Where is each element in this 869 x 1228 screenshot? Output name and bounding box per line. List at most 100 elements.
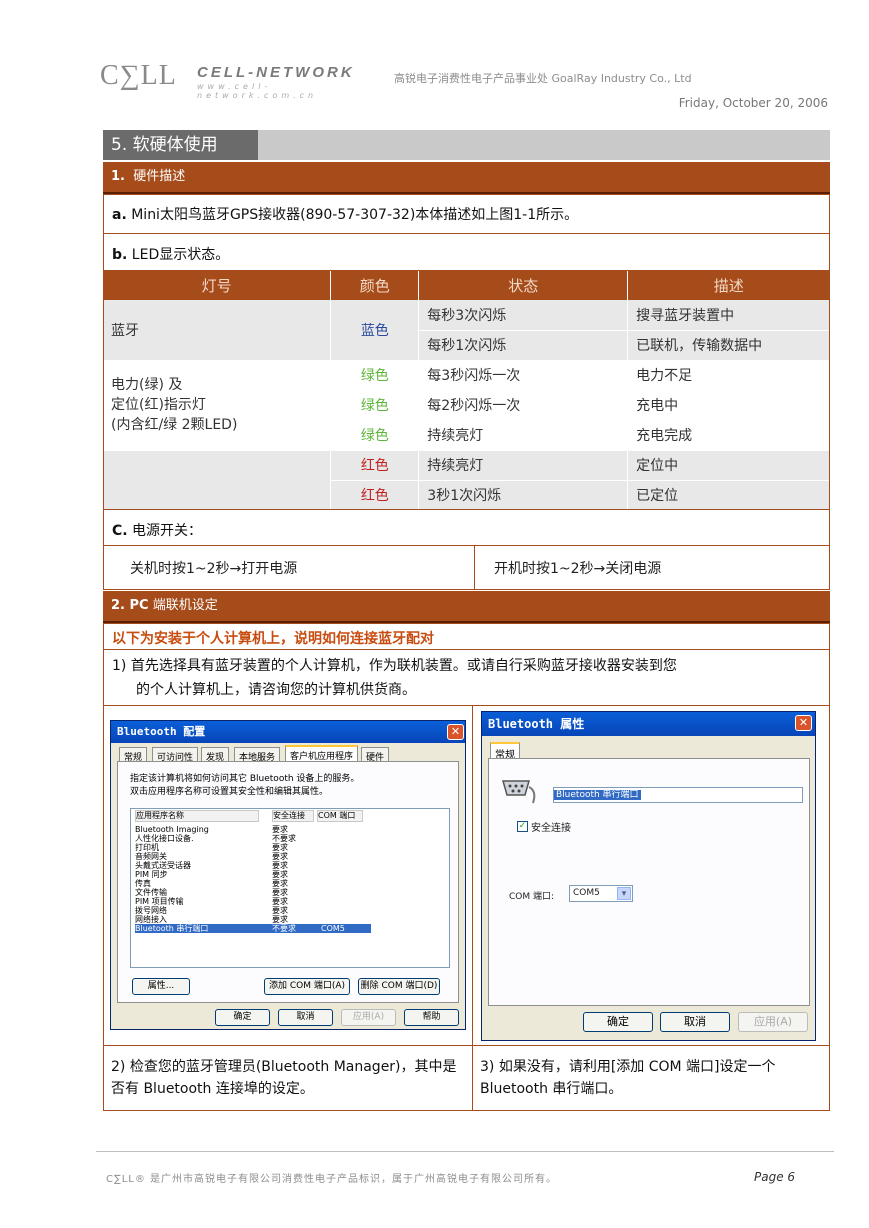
col-header-app-name[interactable]: 应用程序名称 bbox=[135, 810, 259, 822]
list-item[interactable]: 音频网关 要求 bbox=[135, 852, 371, 861]
table-header-row: 灯号 颜色 状态 描述 bbox=[103, 271, 830, 300]
col-header-light: 灯号 bbox=[103, 271, 332, 300]
list-item[interactable]: Bluetooth Imaging 要求 bbox=[135, 825, 371, 834]
app-name: 打印机 bbox=[135, 843, 159, 852]
power-on-instruction: 关机时按1~2秒→打开电源 bbox=[130, 561, 298, 577]
bluetooth-properties-window: Bluetooth 属性 ✕ 常规 Bluetooth 串行端口 ✓ 安全连接 … bbox=[481, 711, 816, 1041]
pc-intro-row: 以下为安装于个人计算机上，说明如何连接蓝牙配对 bbox=[103, 623, 830, 650]
list-item[interactable]: 网络接入 要求 bbox=[135, 915, 371, 924]
app-security: 不要求 bbox=[272, 834, 296, 843]
app-security: 要求 bbox=[272, 825, 288, 834]
app-security: 要求 bbox=[272, 852, 288, 861]
desc-cell: 充电中 bbox=[627, 390, 830, 421]
state-cell: 每3秒闪烁一次 bbox=[418, 360, 629, 391]
desc-cell: 充电完成 bbox=[627, 420, 830, 451]
desc-cell: 搜寻蓝牙装置中 bbox=[627, 300, 830, 331]
table-row: 蓝牙 蓝色 每秒3次闪烁 搜寻蓝牙装置中 bbox=[103, 300, 830, 361]
app-security: 要求 bbox=[272, 843, 288, 852]
empty-cell bbox=[103, 450, 332, 511]
cancel-button[interactable]: 取消 bbox=[278, 1009, 333, 1026]
logo-name: CELL-NETWORK bbox=[197, 64, 355, 81]
add-com-port-button[interactable]: 添加 COM 端口(A) bbox=[264, 978, 350, 995]
pc-heading-text: 端联机设定 bbox=[152, 598, 218, 613]
serial-port-icon bbox=[499, 775, 539, 805]
app-name: 头戴式送受话器 bbox=[135, 861, 191, 870]
com-port-select[interactable]: COM5 ▾ bbox=[569, 885, 633, 902]
app-name: Bluetooth 串行端口 bbox=[135, 924, 209, 933]
panel-description-1: 指定该计算机将如何访问其它 Bluetooth 设备上的服务。 bbox=[130, 774, 360, 784]
chevron-down-icon[interactable]: ▾ bbox=[617, 887, 631, 900]
row-b-text: LED显示状态。 bbox=[131, 247, 230, 263]
ok-button[interactable]: 确定 bbox=[215, 1009, 270, 1026]
state-cell: 3秒1次闪烁 bbox=[418, 480, 629, 511]
divider bbox=[474, 546, 475, 590]
col-header-color: 颜色 bbox=[330, 271, 420, 300]
com-port-value: COM5 bbox=[573, 888, 600, 898]
step1-num: 1) bbox=[112, 658, 127, 674]
row-a: a. Mini太阳鸟蓝牙GPS接收器(890-57-307-32)本体描述如上图… bbox=[103, 194, 830, 234]
apps-list[interactable]: 应用程序名称 安全连接 COM 端口 Bluetooth Imaging 要求 人性… bbox=[130, 808, 450, 968]
pc-heading: 2. PC 端联机设定 bbox=[103, 591, 830, 621]
secure-connection-checkbox[interactable]: ✓ 安全连接 bbox=[517, 819, 571, 834]
row-b: b. LED显示状态。 bbox=[103, 234, 830, 271]
app-security: 要求 bbox=[272, 861, 288, 870]
secure-connection-label: 安全连接 bbox=[531, 823, 571, 834]
power-off-instruction: 开机时按1~2秒→关闭电源 bbox=[494, 561, 662, 577]
row-c: C. 电源开关： bbox=[103, 509, 830, 546]
pc-heading-num: 2. PC bbox=[111, 598, 149, 613]
cancel-button[interactable]: 取消 bbox=[660, 1012, 730, 1032]
window-title: Bluetooth 属性 bbox=[482, 712, 815, 736]
step1-row: 1) 首先选择具有蓝牙装置的个人计算机，作为联机装置。或请自行采购蓝牙接收器安装… bbox=[103, 650, 830, 706]
state-cell: 每秒3次闪烁 bbox=[418, 300, 629, 331]
power-switch-row: 关机时按1~2秒→打开电源 开机时按1~2秒→关闭电源 bbox=[103, 546, 830, 590]
hardware-heading: 1. 硬件描述 bbox=[103, 162, 830, 192]
list-item[interactable]: 头戴式送受话器 要求 bbox=[135, 861, 371, 870]
color-cell: 绿色 bbox=[330, 390, 420, 421]
desc-cell: 定位中 bbox=[627, 450, 830, 481]
color-cell: 绿色 bbox=[330, 360, 420, 391]
list-item[interactable]: 传真 要求 bbox=[135, 879, 371, 888]
list-item[interactable]: 人性化接口设备. 不要求 bbox=[135, 834, 371, 843]
app-name: 人性化接口设备. bbox=[135, 834, 194, 843]
power-label-line: 电力(绿) 及 bbox=[111, 377, 183, 393]
row-b-label: b. bbox=[112, 247, 128, 263]
desc-cell: 已联机，传输数据中 bbox=[627, 330, 830, 361]
close-icon[interactable]: ✕ bbox=[447, 724, 464, 740]
tab-panel: Bluetooth 串行端口 ✓ 安全连接 COM 端口: COM5 ▾ bbox=[488, 758, 810, 1006]
port-name-value: Bluetooth 串行端口 bbox=[554, 790, 641, 800]
power-label-line: 定位(红)指示灯 bbox=[111, 397, 206, 413]
row-a-text: Mini太阳鸟蓝牙GPS接收器(890-57-307-32)本体描述如上图1-1… bbox=[131, 207, 579, 223]
apply-button[interactable]: 应用(A) bbox=[341, 1009, 396, 1026]
col-header-security[interactable]: 安全连接 bbox=[272, 810, 314, 822]
list-item[interactable]: 文件传输 要求 bbox=[135, 888, 371, 897]
app-com-port: COM5 bbox=[321, 924, 345, 933]
step2-caption: 2) 检查您的蓝牙管理员(Bluetooth Manager)，其中是否有 Bl… bbox=[111, 1059, 457, 1097]
properties-button[interactable]: 属性... bbox=[132, 978, 190, 995]
col-header-com[interactable]: COM 端口 bbox=[317, 810, 363, 822]
bluetooth-color: 蓝色 bbox=[330, 300, 420, 361]
app-security: 要求 bbox=[272, 870, 288, 879]
section-title: 5. 软硬体使用 bbox=[103, 130, 258, 160]
bluetooth-config-window: Bluetooth 配置 ✕ 常规 可访问性 发现 本地服务 客户机应用程序 硬… bbox=[110, 720, 466, 1030]
com-port-label: COM 端口: bbox=[509, 892, 555, 902]
list-item[interactable]: 打印机 要求 bbox=[135, 843, 371, 852]
list-item[interactable]: PIM 项目传输 要求 bbox=[135, 897, 371, 906]
color-cell: 红色 bbox=[330, 450, 420, 481]
ok-button[interactable]: 确定 bbox=[583, 1012, 653, 1032]
list-item[interactable]: PIM 同步 要求 bbox=[135, 870, 371, 879]
hardware-heading-num: 1. bbox=[111, 169, 125, 184]
list-item[interactable]: Bluetooth 串行端口 不要求 COM5 bbox=[135, 924, 371, 933]
app-security: 要求 bbox=[272, 879, 288, 888]
col-header-desc: 描述 bbox=[627, 271, 830, 300]
app-security: 不要求 bbox=[272, 924, 296, 933]
close-icon[interactable]: ✕ bbox=[795, 715, 812, 731]
app-name: 文件传输 bbox=[135, 888, 167, 897]
delete-com-port-button[interactable]: 删除 COM 端口(D) bbox=[358, 978, 440, 995]
checkbox-checked-icon[interactable]: ✓ bbox=[517, 821, 528, 832]
app-name: Bluetooth Imaging bbox=[135, 825, 209, 834]
help-button[interactable]: 帮助 bbox=[404, 1009, 459, 1026]
apply-button[interactable]: 应用(A) bbox=[738, 1012, 808, 1032]
list-item[interactable]: 拨号网络 要求 bbox=[135, 906, 371, 915]
document-date: Friday, October 20, 2006 bbox=[678, 96, 828, 110]
port-name-field[interactable]: Bluetooth 串行端口 bbox=[553, 787, 803, 803]
